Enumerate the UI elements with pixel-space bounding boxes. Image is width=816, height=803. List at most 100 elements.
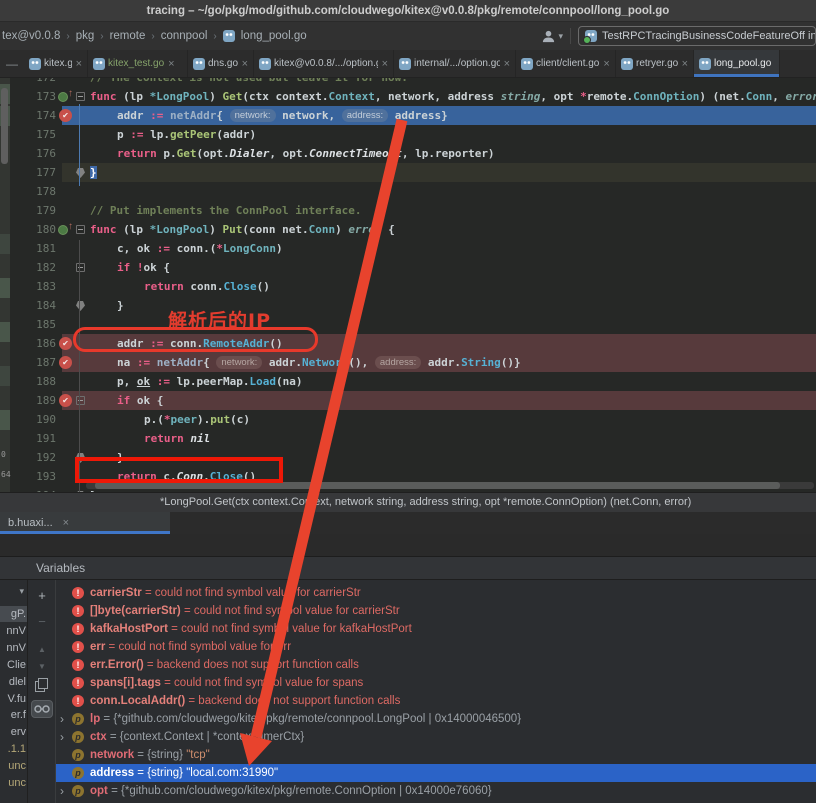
expand-icon[interactable]: › bbox=[60, 782, 72, 800]
variable-row-address[interactable]: paddress = {string} "local.com:31990" bbox=[56, 764, 816, 782]
error-icon: ! bbox=[72, 641, 84, 653]
chevron-down-icon: ▾ bbox=[558, 31, 563, 42]
breakpoint-icon[interactable] bbox=[59, 337, 72, 350]
fold-collapse-icon[interactable] bbox=[76, 92, 85, 101]
remove-watch-button[interactable]: − bbox=[28, 614, 56, 630]
tab-overflow-icon[interactable]: — bbox=[0, 50, 24, 77]
fold-collapse-icon[interactable] bbox=[76, 396, 85, 405]
variable-row--byte-carrierStr-[interactable]: ![]byte(carrierStr) = could not find sym… bbox=[56, 602, 816, 620]
annotation-box-rounded bbox=[73, 327, 318, 352]
close-icon[interactable]: × bbox=[241, 58, 248, 70]
expand-icon[interactable]: › bbox=[60, 710, 72, 728]
frame-item[interactable]: gP. bbox=[0, 606, 28, 622]
line-number: 182 bbox=[10, 258, 56, 277]
breadcrumb-item-pkg[interactable]: pkg bbox=[76, 30, 95, 42]
code-text: p.(*peer).put(c) bbox=[90, 410, 816, 429]
frame-item[interactable]: unc bbox=[0, 775, 28, 791]
code-token: ) bbox=[209, 223, 222, 236]
tab-internal-option-go[interactable]: internal/.../option.go× bbox=[394, 50, 516, 77]
method-icon[interactable] bbox=[58, 91, 74, 103]
tab-retryer-go[interactable]: retryer.go× bbox=[616, 50, 694, 77]
variable-row-spans-i-tags[interactable]: !spans[i].tags = could not find symbol v… bbox=[56, 674, 816, 692]
variable-row-kafkaHostPort[interactable]: !kafkaHostPort = could not find symbol v… bbox=[56, 620, 816, 638]
breadcrumb-item-remote[interactable]: remote bbox=[110, 30, 146, 42]
close-icon[interactable]: × bbox=[63, 517, 69, 529]
variable-row-conn-LocalAddr-[interactable]: !conn.LocalAddr() = backend does not sup… bbox=[56, 692, 816, 710]
copy-icon[interactable] bbox=[35, 678, 49, 692]
breakpoint-icon[interactable] bbox=[59, 356, 72, 369]
code-line-183: 183return conn.Close() bbox=[10, 277, 816, 296]
fold-collapse-icon[interactable] bbox=[76, 225, 85, 234]
tab-dns-go[interactable]: dns.go× bbox=[188, 50, 254, 77]
add-watch-button[interactable]: + bbox=[28, 588, 56, 604]
variable-row-ctx[interactable]: ›pctx = {context.Context | *context.time… bbox=[56, 728, 816, 746]
frame-item[interactable]: er.f bbox=[0, 707, 28, 723]
code-text: na := netAddr{ network: addr.Network(), … bbox=[90, 353, 816, 372]
scrollbar-thumb[interactable] bbox=[1, 88, 8, 164]
variable-text: spans[i].tags = could not find symbol va… bbox=[90, 674, 814, 692]
frame-item[interactable]: dlel bbox=[0, 674, 28, 690]
breadcrumb-item-connpool[interactable]: connpool bbox=[161, 30, 208, 42]
user-menu[interactable]: ▾ bbox=[541, 29, 563, 44]
tab-kitex-test-go[interactable]: kitex_test.go× bbox=[88, 50, 188, 77]
breakpoint-icon[interactable] bbox=[59, 394, 72, 407]
horizontal-scrollbar-thumb[interactable] bbox=[95, 482, 780, 489]
variable-row-err-Error-[interactable]: !err.Error() = backend does not support … bbox=[56, 656, 816, 674]
tab-long-pool-go[interactable]: long_pool.go bbox=[694, 50, 780, 77]
breadcrumb-item-tex-v0-0-8[interactable]: tex@v0.0.8 bbox=[2, 30, 60, 42]
fold-collapse-icon[interactable] bbox=[76, 263, 85, 272]
equals: = bbox=[108, 785, 121, 797]
code-token bbox=[163, 109, 170, 122]
variable-row-opt[interactable]: ›popt = {*github.com/cloudwego/kitex/pkg… bbox=[56, 782, 816, 800]
method-icon[interactable] bbox=[58, 224, 74, 236]
variable-row-carrierStr[interactable]: !carrierStr = could not find symbol valu… bbox=[56, 584, 816, 602]
frame-item[interactable]: V.fu bbox=[0, 691, 28, 707]
fold-end-icon[interactable] bbox=[76, 168, 85, 178]
frame-item[interactable]: nnV bbox=[0, 623, 28, 639]
code-token: (lp bbox=[117, 90, 150, 103]
code-line-187: 187na := netAddr{ network: addr.Network(… bbox=[10, 353, 816, 372]
variable-row-err[interactable]: !err = could not find symbol value for e… bbox=[56, 638, 816, 656]
frame-item[interactable]: Clie bbox=[0, 657, 28, 673]
line-number: 176 bbox=[10, 144, 56, 163]
close-icon[interactable]: × bbox=[75, 58, 82, 70]
code-token: error bbox=[785, 90, 816, 103]
tab-kitex-go[interactable]: kitex.go× bbox=[24, 50, 88, 77]
code-line-182: 182if !ok { bbox=[10, 258, 816, 277]
gutter-slot bbox=[58, 334, 74, 353]
close-icon[interactable]: × bbox=[167, 58, 174, 70]
frames-panel-sliver[interactable]: ▾ gP.nnVnnVCliedlelV.fuer.ferv.1.1uncunc bbox=[0, 580, 28, 803]
error-message: = could not find symbol value for spans bbox=[161, 677, 363, 689]
variable-row-lp[interactable]: ›plp = {*github.com/cloudwego/kitex/pkg/… bbox=[56, 710, 816, 728]
fold-end-icon[interactable] bbox=[76, 301, 85, 311]
close-icon[interactable]: × bbox=[602, 58, 609, 70]
chevron-down-icon[interactable]: ▾ bbox=[19, 586, 24, 597]
variable-text: conn.LocalAddr() = backend does not supp… bbox=[90, 692, 814, 710]
close-icon[interactable]: × bbox=[503, 58, 510, 70]
code-token: , bbox=[772, 90, 785, 103]
line-number: 178 bbox=[10, 182, 56, 201]
frame-item[interactable]: .1.1 bbox=[0, 741, 28, 757]
gutter-slot bbox=[58, 163, 74, 182]
move-down-button[interactable]: ▼ bbox=[28, 659, 56, 675]
show-watches-toggle[interactable] bbox=[31, 700, 53, 718]
tab-client-client-go[interactable]: client/client.go× bbox=[516, 50, 616, 77]
code-editor[interactable]: 172// The context is not used but leave … bbox=[0, 78, 816, 492]
code-token: ()} bbox=[501, 356, 521, 369]
variables-tree[interactable]: !carrierStr = could not find symbol valu… bbox=[56, 580, 816, 803]
debug-session-tab[interactable]: b.huaxi... × bbox=[0, 512, 170, 534]
tab-kitex-v0-0-8-option-go[interactable]: kitex@v0.0.8/.../option.go× bbox=[254, 50, 394, 77]
frame-item[interactable]: erv bbox=[0, 724, 28, 740]
frame-item[interactable]: nnV bbox=[0, 640, 28, 656]
code-token: (), bbox=[348, 356, 375, 369]
expand-icon[interactable]: › bbox=[60, 728, 72, 746]
move-up-button[interactable]: ▲ bbox=[28, 642, 56, 658]
breadcrumb-item-long-pool-go[interactable]: long_pool.go bbox=[241, 30, 307, 42]
close-icon[interactable]: × bbox=[381, 58, 388, 70]
variable-row-network[interactable]: pnetwork = {string} "tcp" bbox=[56, 746, 816, 764]
code-line-180: 180func (lp *LongPool) Put(conn net.Conn… bbox=[10, 220, 816, 239]
close-icon[interactable]: × bbox=[681, 58, 688, 70]
frame-item[interactable]: unc bbox=[0, 758, 28, 774]
run-configuration-selector[interactable]: TestRPCTracingBusinessCodeFeatureOff in … bbox=[578, 26, 816, 46]
breakpoint-icon[interactable] bbox=[59, 109, 72, 122]
